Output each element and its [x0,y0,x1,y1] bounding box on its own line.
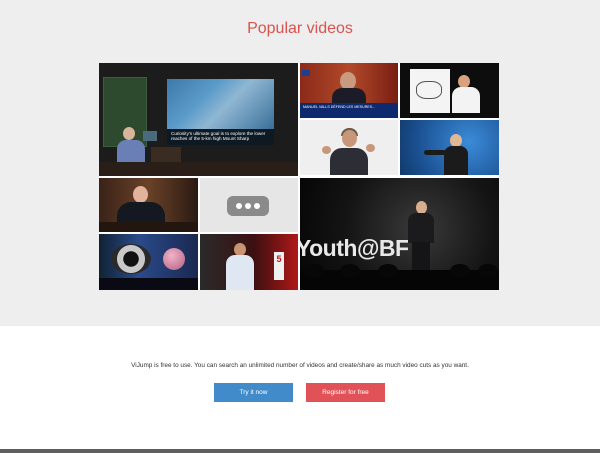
stage-sign: 5 [274,252,284,280]
stage-floor [99,162,298,176]
speaker-head [133,186,148,203]
audience-head [478,264,498,278]
cta-description: ViJump is free to use. You can search an… [131,362,469,369]
video-thumbnail-formal-speaker[interactable] [99,178,198,232]
video-caption: Curiosity's ultimate goal is to explore … [167,129,274,145]
speaker-body [408,213,434,243]
video-grid: Curiosity's ultimate goal is to explore … [99,63,499,290]
audience-head [378,264,398,278]
speaker-body [117,140,145,162]
video-thumbnail-stage-talk[interactable]: Youth@BF [300,178,499,290]
video-thumbnail-gesturing-speaker[interactable] [300,120,398,175]
speaker-body [444,146,468,175]
speaker-body [330,148,368,175]
dot-icon [254,203,260,209]
video-thumbnail-lecture[interactable]: Curiosity's ultimate goal is to explore … [99,63,298,176]
video-thumbnail-blue-stage[interactable] [400,120,499,175]
logo-panel [143,131,157,141]
speaker-head [342,130,357,147]
speaker-arm [424,150,446,155]
more-dots-icon [227,196,269,216]
speaker-legs [412,242,430,270]
eye-graphic [111,244,151,274]
stage-floor [99,278,198,290]
try-it-now-button[interactable]: Try it now [214,383,293,402]
channel-tag [302,70,310,76]
dot-icon [236,203,242,209]
video-thumbnail-news[interactable]: MANUEL VALLS DÉFEND LES MESURES... [300,63,398,118]
call-to-action-section [0,326,600,449]
dot-icon [245,203,251,209]
audience-head [340,264,360,278]
speaker-body [226,255,254,290]
news-ticker: MANUEL VALLS DÉFEND LES MESURES... [300,103,398,118]
register-for-free-button[interactable]: Register for free [306,383,385,402]
speaker-head [123,127,135,140]
section-title: Popular videos [247,20,353,37]
audience-head [304,264,324,278]
presenter-body [452,87,480,113]
video-thumbnail-red-stage[interactable]: 5 [200,234,298,290]
speaker-left-hand [322,146,331,154]
video-thumbnail-loading[interactable] [200,178,298,232]
planet-graphic [163,248,185,270]
video-thumbnail-eye-planet[interactable] [99,234,198,290]
stage-backdrop-text: Youth@BF [300,235,409,261]
projection-screen [167,79,274,129]
popular-videos-section: Popular videos Curiosity's ultimate goal… [0,0,600,326]
whiteboard-drawing [416,81,442,99]
podium [99,222,198,232]
speaker-right-hand [366,144,375,152]
audience-head [450,264,470,278]
footer-bar [0,449,600,453]
video-thumbnail-whiteboard[interactable] [400,63,499,118]
podium [151,147,181,163]
